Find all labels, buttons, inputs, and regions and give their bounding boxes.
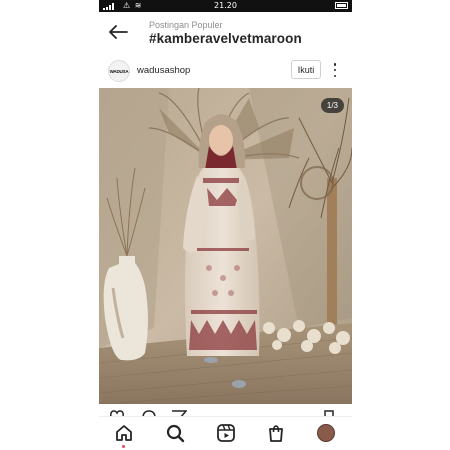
more-vertical-icon[interactable] — [331, 63, 339, 77]
reels-icon[interactable] — [216, 423, 236, 443]
header: Postingan Populer #kamberavelvetmaroon — [99, 12, 352, 56]
profile-avatar[interactable] — [317, 424, 335, 442]
phone-screen: ⚠ ≋ 21.20 Postingan Populer #kamberavelv… — [99, 0, 352, 450]
status-time: 21.20 — [214, 1, 237, 10]
home-icon[interactable] — [114, 423, 134, 443]
post-header: WADUSA wadusashop Ikuti — [99, 56, 352, 88]
bottom-navigation — [99, 416, 352, 450]
photo-counter: 1/3 — [320, 98, 344, 113]
notification-dot — [122, 445, 125, 448]
page-subtitle: Postingan Populer — [149, 20, 223, 30]
page-title: #kamberavelvetmaroon — [149, 31, 302, 46]
post-actions — [99, 404, 352, 419]
status-bar: ⚠ ≋ 21.20 — [99, 0, 352, 12]
username-link[interactable]: wadusashop — [137, 65, 190, 76]
arrow-left-icon[interactable] — [108, 25, 128, 39]
search-icon[interactable] — [165, 423, 185, 443]
avatar-text: WADUSA — [109, 68, 129, 74]
battery-icon — [335, 2, 348, 9]
post-photo-art — [99, 88, 352, 404]
post-photo[interactable]: 1/3 — [99, 88, 352, 404]
shop-icon[interactable] — [266, 423, 286, 443]
avatar[interactable]: WADUSA — [108, 60, 130, 82]
follow-button[interactable]: Ikuti — [291, 60, 321, 79]
